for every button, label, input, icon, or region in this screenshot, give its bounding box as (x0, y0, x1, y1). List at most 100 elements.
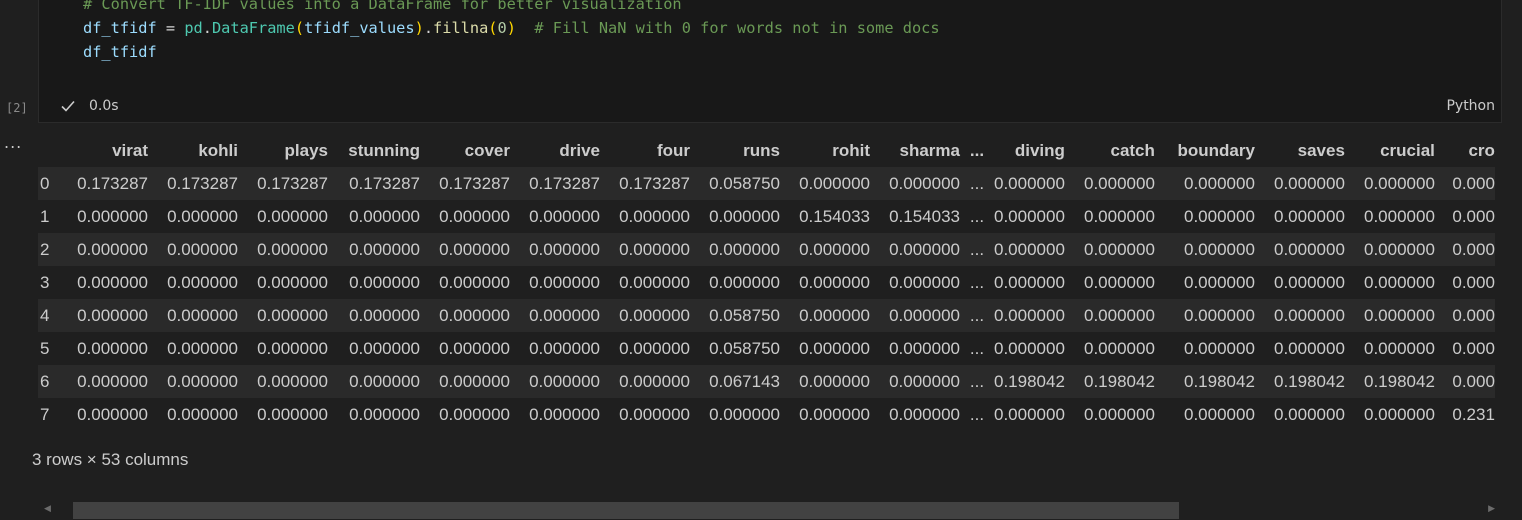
table-cell: 0.000000 (619, 338, 690, 358)
table-cell: 0.000000 (257, 305, 328, 325)
table-cell: 0.000000 (77, 338, 148, 358)
table-cell: 0.000 (1452, 173, 1495, 193)
column-header: stunning (328, 134, 420, 167)
row-index: 5 (40, 338, 50, 358)
table-cell: 0.000000 (1084, 239, 1155, 259)
table-cell: 0.000000 (167, 206, 238, 226)
table-cell: 0.173287 (77, 173, 148, 193)
table-row: 3 0.000000 0.000000 0.000000 0.000000 0.00000… (38, 266, 1495, 299)
table-cell: 0.000000 (1274, 206, 1345, 226)
column-header: drive (510, 134, 600, 167)
table-cell: 0.000000 (529, 239, 600, 259)
code-line: df_tfidf (83, 40, 1501, 64)
table-cell: 0.000000 (889, 272, 960, 292)
output-more-actions-button[interactable]: ... (4, 133, 22, 152)
table-cell: 0.000000 (257, 239, 328, 259)
table-cell: 0.173287 (167, 173, 238, 193)
table-cell: 0.198042 (1184, 371, 1255, 391)
column-header: plays (238, 134, 328, 167)
scroll-left-arrow-icon[interactable]: ◀ (44, 504, 51, 514)
table-cell: 0.000000 (1364, 206, 1435, 226)
table-cell: 0.198042 (1364, 371, 1435, 391)
table-cell: 0.000000 (994, 239, 1065, 259)
table-cell: 0.000000 (349, 239, 420, 259)
table-cell: 0.198042 (1084, 371, 1155, 391)
table-cell: 0.000000 (799, 404, 870, 424)
table-cell: ... (969, 239, 985, 259)
table-cell: 0.000000 (1274, 239, 1345, 259)
table-cell: 0.000000 (439, 272, 510, 292)
scroll-right-arrow-icon[interactable]: ▶ (1488, 504, 1495, 514)
table-cell: 0.154033 (799, 206, 870, 226)
table-cell: 0.000000 (994, 206, 1065, 226)
table-cell: 0.000000 (257, 371, 328, 391)
table-cell: 0.000000 (799, 305, 870, 325)
check-icon (61, 100, 75, 112)
table-cell: 0.173287 (257, 173, 328, 193)
table-cell: 0.000000 (1274, 173, 1345, 193)
table-cell: 0.000000 (799, 272, 870, 292)
code-token: fillna (433, 19, 489, 37)
table-cell: 0.000000 (1184, 338, 1255, 358)
column-header: boundary (1154, 134, 1255, 167)
table-cell: 0.000000 (1274, 338, 1345, 358)
execution-time: 0.0s (89, 98, 119, 114)
column-header: saves (1254, 134, 1345, 167)
table-row: 2 0.000000 0.000000 0.000000 0.000000 0.00000… (38, 233, 1495, 266)
table-cell: 0.000000 (77, 206, 148, 226)
row-index: 3 (40, 272, 50, 292)
code-token: 0 (497, 19, 507, 37)
code-token: df_tfidf (83, 19, 157, 37)
table-cell: 0.000000 (1364, 239, 1435, 259)
table-cell: 0.000000 (77, 371, 148, 391)
table-cell: 0.000000 (994, 404, 1065, 424)
table-cell: 0.000000 (889, 305, 960, 325)
table-cell: 0.000000 (77, 305, 148, 325)
horizontal-scrollbar[interactable]: ◀ ▶ (38, 500, 1503, 520)
scrollbar-thumb[interactable] (73, 502, 1179, 519)
dataframe-shape: 3 rows × 53 columns (32, 450, 189, 469)
table-cell: 0.000000 (167, 404, 238, 424)
table-cell: 0.000000 (1084, 206, 1155, 226)
table-cell: 0.000 (1452, 239, 1495, 259)
table-cell: ... (969, 305, 985, 325)
table-cell: 0.000000 (994, 338, 1065, 358)
table-cell: 0.000000 (709, 239, 780, 259)
table-cell: 0.000000 (1364, 404, 1435, 424)
table-cell: 0.000000 (889, 404, 960, 424)
code-cell[interactable]: # Convert TF-IDF values into a DataFrame… (38, 0, 1502, 123)
table-cell: 0.058750 (709, 338, 780, 358)
table-cell: 0.000000 (619, 305, 690, 325)
table-cell: 0.000000 (1184, 206, 1255, 226)
table-cell: 0.000000 (77, 404, 148, 424)
code-line: # Convert TF-IDF values into a DataFrame… (83, 0, 1501, 16)
code-token: # Convert TF-IDF values into a DataFrame… (83, 0, 682, 13)
table-cell: 0.198042 (1274, 371, 1345, 391)
table-cell: 0.000000 (439, 338, 510, 358)
table-row: 6 0.000000 0.000000 0.000000 0.000000 0.00000… (38, 365, 1495, 398)
dataframe-table: virat kohli plays stunning cover drive four run… (38, 134, 1495, 431)
table-cell: 0.173287 (619, 173, 690, 193)
row-index: 1 (40, 206, 50, 226)
table-cell: 0.000000 (257, 404, 328, 424)
table-cell: 0.000000 (994, 173, 1065, 193)
table-cell: 0.000000 (167, 305, 238, 325)
table-cell: 0.000000 (1364, 173, 1435, 193)
language-picker[interactable]: Python (1446, 98, 1495, 114)
table-cell: 0.173287 (349, 173, 420, 193)
table-cell: 0.000000 (77, 272, 148, 292)
execution-status: 0.0s (59, 97, 119, 115)
table-cell: 0.000000 (1184, 239, 1255, 259)
code-token: DataFrame (211, 19, 295, 37)
table-cell: 0.000000 (619, 371, 690, 391)
table-cell: 0.000000 (167, 338, 238, 358)
code-editor[interactable]: # Convert TF-IDF values into a DataFrame… (83, 0, 1501, 64)
column-header: virat (68, 134, 148, 167)
table-cell: 0.000000 (529, 206, 600, 226)
code-token: ( (488, 19, 498, 37)
table-cell: 0.000000 (439, 305, 510, 325)
column-header: rohit (780, 134, 870, 167)
table-cell: 0.000000 (709, 272, 780, 292)
table-cell: 0.058750 (709, 173, 780, 193)
table-cell: 0.000000 (1274, 272, 1345, 292)
